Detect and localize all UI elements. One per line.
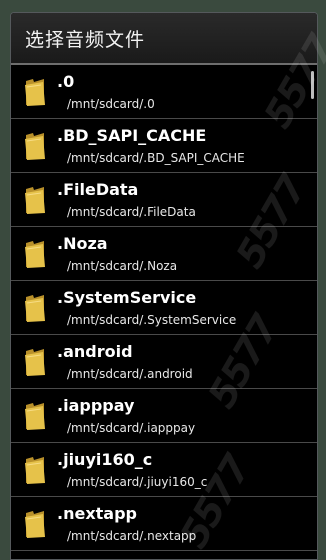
folder-name: .Noza [57, 233, 108, 253]
folder-icon [24, 401, 46, 431]
list-item[interactable]: .0/mnt/sdcard/.0 [11, 65, 317, 119]
folder-name: .nextapp [57, 503, 137, 523]
dialog-title: 选择音频文件 [25, 28, 146, 51]
folder-name: .jiuyi160_c [57, 449, 153, 469]
list-item-text: .Noza/mnt/sdcard/.Noza [57, 234, 177, 274]
list-item[interactable]: .FileData/mnt/sdcard/.FileData [11, 173, 317, 227]
folder-icon [24, 455, 46, 485]
folder-icon [24, 293, 46, 323]
folder-icon [24, 185, 46, 215]
folder-name: .SystemService [57, 287, 197, 307]
folder-path: /mnt/sdcard/.Noza [67, 258, 178, 273]
folder-name: .iapppay [57, 395, 135, 415]
list-item[interactable]: .Noza/mnt/sdcard/.Noza [11, 227, 317, 281]
list-item-text: .0/mnt/sdcard/.0 [57, 72, 155, 112]
folder-path: /mnt/sdcard/.SystemService [67, 312, 237, 327]
folder-icon [24, 509, 46, 539]
file-picker-dialog: 选择音频文件 .0/mnt/sdcard/.0 .BD_SAPI_CACHE/mn… [10, 12, 318, 560]
folder-path: /mnt/sdcard/.BD_SAPI_CACHE [67, 150, 245, 165]
folder-name: .0 [57, 71, 75, 91]
list-item[interactable]: .nextapp/mnt/sdcard/.nextapp [11, 497, 317, 551]
folder-icon [24, 239, 46, 269]
folder-path: /mnt/sdcard/.0 [67, 96, 155, 111]
list-item-text: .FileData/mnt/sdcard/.FileData [57, 180, 196, 220]
folder-path: /mnt/sdcard/.iapppay [67, 420, 196, 435]
folder-icon [24, 131, 46, 161]
list-item[interactable]: .jiuyi160_c/mnt/sdcard/.jiuyi160_c [11, 443, 317, 497]
folder-path: /mnt/sdcard/.jiuyi160_c [67, 474, 208, 489]
folder-name: .android [57, 341, 133, 361]
list-item[interactable]: .android/mnt/sdcard/.android [11, 335, 317, 389]
dialog-title-bar: 选择音频文件 [11, 13, 317, 65]
list-item[interactable]: .BD_SAPI_CACHE/mnt/sdcard/.BD_SAPI_CACHE [11, 119, 317, 173]
file-list[interactable]: .0/mnt/sdcard/.0 .BD_SAPI_CACHE/mnt/sdcar… [11, 65, 317, 551]
list-item-text: .iapppay/mnt/sdcard/.iapppay [57, 396, 195, 436]
list-item[interactable]: .iapppay/mnt/sdcard/.iapppay [11, 389, 317, 443]
list-item-text: .BD_SAPI_CACHE/mnt/sdcard/.BD_SAPI_CACHE [57, 126, 245, 166]
folder-icon [24, 77, 46, 107]
folder-path: /mnt/sdcard/.android [67, 366, 193, 381]
folder-icon [24, 347, 46, 377]
list-item[interactable]: .SystemService/mnt/sdcard/.SystemService [11, 281, 317, 335]
list-item-text: .jiuyi160_c/mnt/sdcard/.jiuyi160_c [57, 450, 207, 490]
folder-name: .BD_SAPI_CACHE [57, 125, 207, 145]
folder-path: /mnt/sdcard/.FileData [67, 204, 196, 219]
list-item-text: .android/mnt/sdcard/.android [57, 342, 193, 382]
folder-path: /mnt/sdcard/.nextapp [67, 528, 197, 543]
list-item-text: .SystemService/mnt/sdcard/.SystemService [57, 288, 236, 328]
folder-name: .FileData [57, 179, 139, 199]
list-item-text: .nextapp/mnt/sdcard/.nextapp [57, 504, 196, 544]
